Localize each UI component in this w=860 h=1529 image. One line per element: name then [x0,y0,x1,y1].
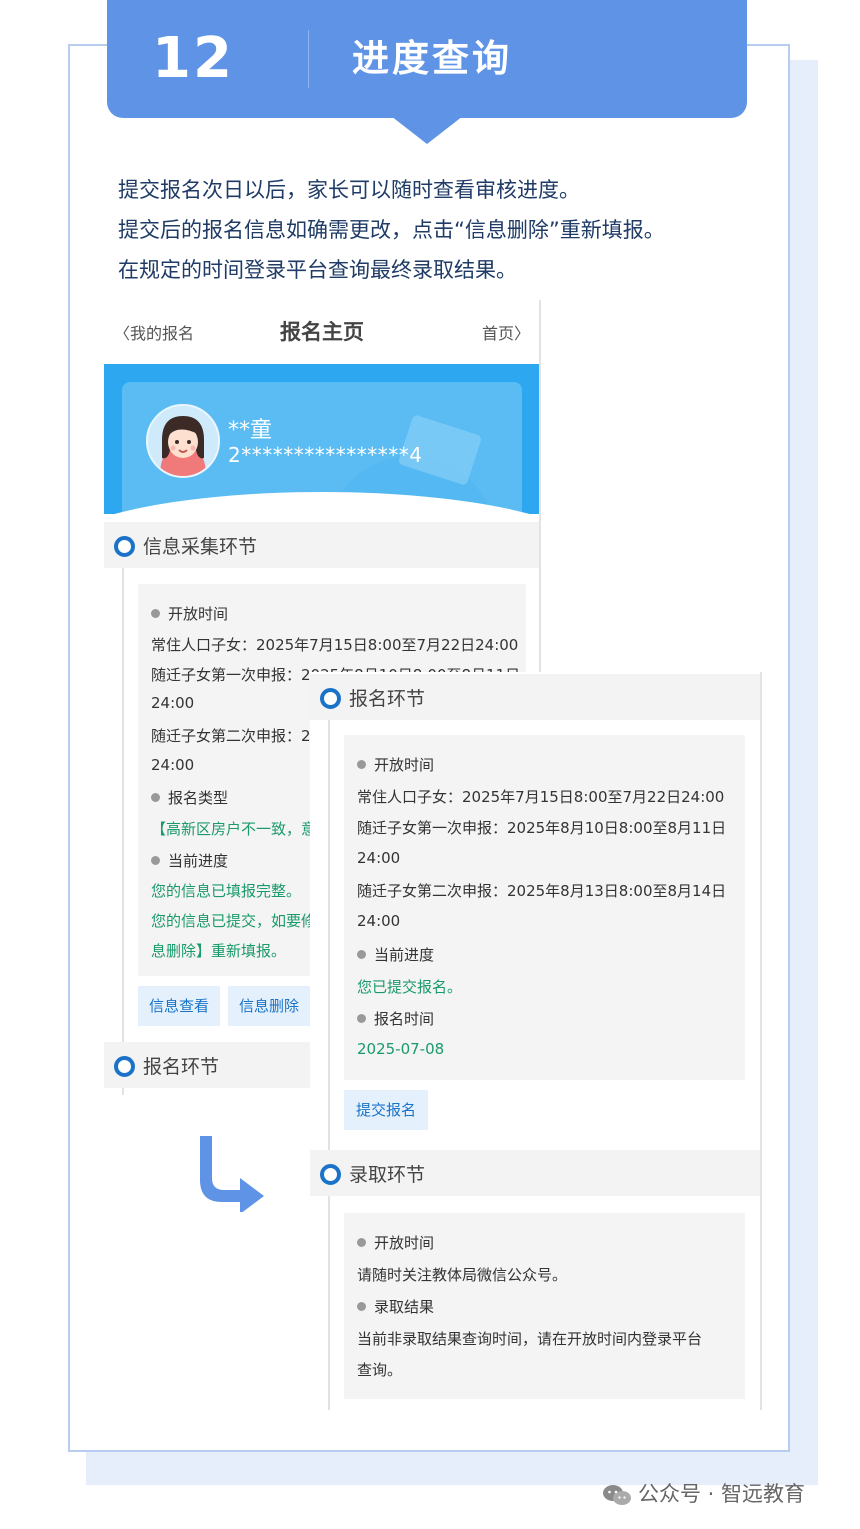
section-title: 报名环节 [143,1056,220,1078]
info-row: 24:00 [357,849,401,867]
info-row: 请随时关注教体局微信公众号。 [357,1266,568,1284]
info-row: 随迁子女第一次申报：2025年8月10日8:00至8月11日 [357,819,727,837]
section-title: 信息采集环节 [143,536,258,558]
wechat-icon [603,1485,631,1505]
label-registration-time: 报名时间 [357,1008,434,1029]
progress-status: 您的信息已提交，如要修 [151,912,317,930]
screen-edge [760,672,762,1410]
section-title: 报名环节 [349,688,426,710]
admission-details: 开放时间 请随时关注教体局微信公众号。 录取结果 当前非录取结果查询时间，请在开… [344,1213,745,1399]
progress-status: 息删除】重新填报。 [151,942,287,960]
view-info-button[interactable]: 信息查看 [138,986,220,1026]
banner-divider [308,30,309,88]
arrow-down-right-icon [200,1136,264,1212]
student-id: 2****************4 [228,443,423,467]
nav-title: 报名主页 [280,320,364,344]
label-open-time: 开放时间 [357,754,434,775]
info-row: 常住人口子女：2025年7月15日8:00至7月22日24:00 [151,636,519,654]
step-number: 12 [152,26,234,91]
section-info-collection: 信息采集环节 [104,522,540,568]
label-admission-result: 录取结果 [357,1296,434,1317]
label-current-progress: 当前进度 [357,944,434,965]
timeline-node-icon [320,688,341,709]
timeline-line [328,712,330,1410]
label-registration-type: 报名类型 [151,787,228,808]
info-row: 24:00 [151,756,195,774]
info-row: 随迁子女第二次申报：2 [151,727,311,745]
page-title: 进度查询 [352,37,512,80]
delete-info-button[interactable]: 信息删除 [228,986,310,1026]
timeline-line [122,546,124,1095]
home-label: 首页 [481,324,514,343]
screen-edge [539,300,541,672]
intro-text: 提交报名次日以后，家长可以随时查看审核进度。 提交后的报名信息如确需更改，点击“… [118,170,738,290]
label-open-time: 开放时间 [357,1232,434,1253]
girl-avatar-icon [148,406,218,476]
info-row: 【高新区房户不一致，意 [151,820,317,838]
section-admission: 录取环节 [310,1150,760,1196]
info-row: 随迁子女第二次申报：2025年8月13日8:00至8月14日 [357,882,727,900]
progress-status: 您已提交报名。 [357,978,463,996]
intro-line: 提交报名次日以后，家长可以随时查看审核进度。 [118,178,580,202]
watermark: 公众号 · 智远教育 [602,1478,805,1508]
chevron-right-icon: 〉 [513,324,530,343]
progress-status: 您的信息已填报完整。 [151,882,302,900]
registration-date: 2025-07-08 [357,1040,445,1058]
avatar [146,404,220,478]
info-row: 查询。 [357,1361,403,1379]
registration-details: 开放时间 常住人口子女：2025年7月15日8:00至7月22日24:00 随迁… [344,735,745,1080]
section-title: 录取环节 [349,1164,426,1186]
info-row: 常住人口子女：2025年7月15日8:00至7月22日24:00 [357,788,725,806]
timeline-node-icon [114,1056,135,1077]
timeline-node-icon [320,1164,341,1185]
section-registration: 报名环节 [310,674,760,720]
screenshot-registration-stage: 报名环节 开放时间 常住人口子女：2025年7月15日8:00至7月22日24:… [310,672,760,1410]
intro-line: 提交后的报名信息如确需更改，点击“信息删除”重新填报。 [118,218,665,242]
info-row: 当前非录取结果查询时间，请在开放时间内登录平台 [357,1330,703,1348]
home-link[interactable]: 首页〉 [482,320,530,344]
info-row: 24:00 [357,912,401,930]
label-open-time: 开放时间 [151,603,228,624]
timeline-node-icon [114,536,135,557]
label-current-progress: 当前进度 [151,850,228,871]
submit-registration-button[interactable]: 提交报名 [344,1090,428,1130]
banner-pointer [391,116,463,144]
student-name: **童 [228,418,273,443]
watermark-text: 公众号 · 智远教育 [638,1482,806,1506]
intro-line: 在规定的时间登录平台查询最终录取结果。 [118,258,517,282]
info-row: 24:00 [151,694,195,712]
